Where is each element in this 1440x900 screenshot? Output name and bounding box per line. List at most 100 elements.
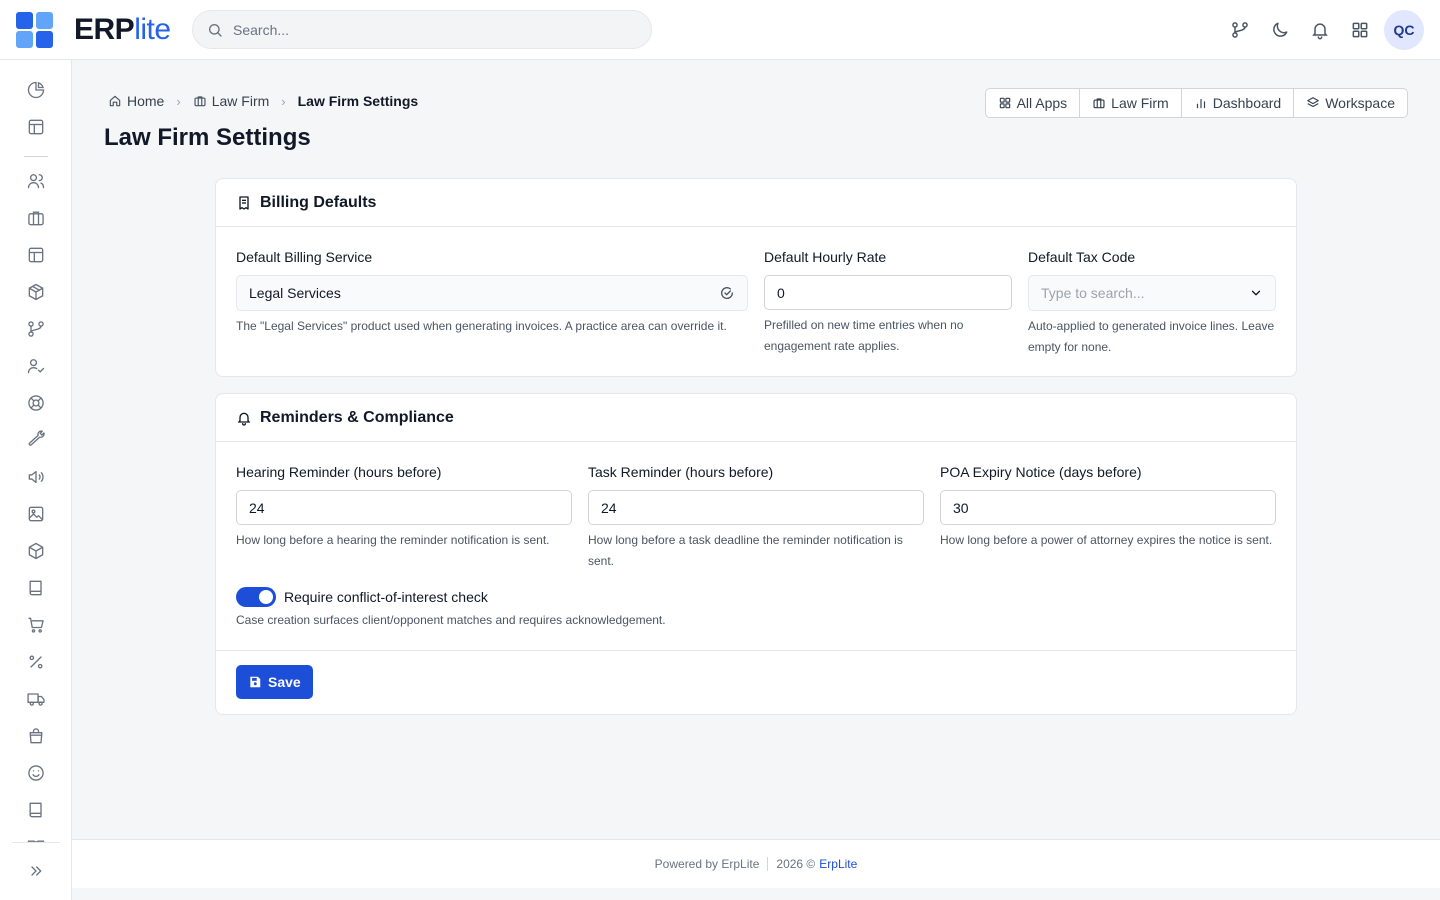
breadcrumb-home[interactable]: Home (108, 93, 164, 109)
default-hourly-rate-input[interactable]: 0 (764, 275, 1012, 310)
smile-icon[interactable] (24, 761, 48, 785)
reminders-compliance-card: Reminders & Compliance Hearing Reminder … (215, 393, 1297, 715)
conflict-check-label: Require conflict-of-interest check (284, 589, 488, 605)
reminders-compliance-title: Reminders & Compliance (260, 408, 454, 426)
default-tax-code-select[interactable]: Type to search... (1028, 275, 1276, 311)
book-icon[interactable] (24, 576, 48, 600)
poa-expiry-hint: How long before a power of attorney expi… (940, 533, 1273, 547)
hearing-reminder-label: Hearing Reminder (hours before) (236, 464, 442, 480)
law-firm-label: Law Firm (1111, 95, 1169, 111)
git-branch-icon[interactable] (24, 317, 48, 341)
default-hourly-rate-label: Default Hourly Rate (764, 249, 887, 265)
sidebar-footer (0, 842, 71, 900)
shopping-bag-icon[interactable] (24, 724, 48, 748)
bell-icon[interactable] (1300, 10, 1340, 50)
layout-icon[interactable] (24, 243, 48, 267)
search-input[interactable] (233, 21, 613, 38)
save-button[interactable]: Save (236, 665, 313, 699)
billing-defaults-header: Billing Defaults (216, 179, 1296, 227)
all-apps-link[interactable]: All Apps (986, 89, 1081, 117)
bell-icon (236, 410, 252, 426)
breadcrumb-law-firm[interactable]: Law Firm (193, 93, 270, 109)
apps-grid-icon[interactable] (1340, 10, 1380, 50)
hearing-reminder-hint: How long before a hearing the reminder n… (236, 533, 550, 547)
task-reminder-field: Task Reminder (hours before) 24 How long… (588, 464, 924, 572)
toggle-knob (259, 590, 273, 604)
search-icon (207, 22, 223, 38)
sidebar (0, 60, 72, 900)
default-hourly-rate-value: 0 (777, 284, 785, 301)
default-billing-service-value: Legal Services (249, 285, 341, 301)
logo-text: ERPlite (74, 13, 171, 47)
card-footer: Save (216, 650, 1296, 714)
all-apps-label: All Apps (1016, 95, 1068, 111)
top-bar: ERPlite QC (0, 0, 1440, 60)
cart-icon[interactable] (24, 613, 48, 637)
task-reminder-value: 24 (601, 499, 617, 516)
logo-text-main: ERP (74, 13, 135, 46)
default-tax-code-label: Default Tax Code (1028, 249, 1136, 265)
sidebar-divider (24, 156, 48, 157)
default-billing-service-hint: The "Legal Services" product used when g… (236, 319, 727, 333)
logo-text-accent: lite (134, 13, 171, 46)
briefcase-icon (193, 94, 207, 108)
moon-icon[interactable] (1260, 10, 1300, 50)
save-icon (248, 675, 262, 689)
layout-icon[interactable] (24, 115, 48, 139)
book-icon[interactable] (24, 798, 48, 822)
breadcrumb-separator: › (176, 93, 181, 109)
truck-icon[interactable] (24, 687, 48, 711)
wrench-icon[interactable] (24, 428, 48, 452)
bar-chart-icon (1194, 96, 1208, 110)
workspace-label: Workspace (1325, 95, 1395, 111)
megaphone-icon[interactable] (24, 465, 48, 489)
default-billing-service-input[interactable]: Legal Services (236, 275, 748, 311)
breadcrumb-current: Law Firm Settings (297, 93, 419, 109)
package-icon[interactable] (24, 280, 48, 304)
conflict-check-row: Require conflict-of-interest check (236, 587, 488, 607)
workspace-link[interactable]: Workspace (1294, 89, 1407, 117)
dashboard-link[interactable]: Dashboard (1182, 89, 1295, 117)
grid-icon (998, 96, 1012, 110)
default-tax-code-placeholder: Type to search... (1041, 285, 1145, 301)
box-icon[interactable] (24, 539, 48, 563)
conflict-check-hint: Case creation surfaces client/opponent m… (236, 613, 666, 627)
hearing-reminder-input[interactable]: 24 (236, 490, 572, 525)
breadcrumb-law-firm-label: Law Firm (211, 93, 270, 109)
billing-defaults-title: Billing Defaults (260, 193, 377, 211)
receipt-icon (236, 195, 252, 211)
task-reminder-input[interactable]: 24 (588, 490, 924, 525)
expand-sidebar-icon[interactable] (24, 859, 48, 883)
law-firm-link[interactable]: Law Firm (1080, 89, 1182, 117)
default-hourly-rate-field: Default Hourly Rate 0 Prefilled on new t… (764, 249, 1012, 357)
dashboard-label: Dashboard (1212, 95, 1282, 111)
hearing-reminder-field: Hearing Reminder (hours before) 24 How l… (236, 464, 572, 551)
conflict-check-toggle[interactable] (236, 587, 276, 607)
life-buoy-icon[interactable] (24, 391, 48, 415)
user-check-icon[interactable] (24, 354, 48, 378)
save-button-label: Save (268, 674, 301, 690)
users-icon[interactable] (24, 169, 48, 193)
percent-icon[interactable] (24, 650, 48, 674)
default-tax-code-hint: Auto-applied to generated invoice lines.… (1028, 319, 1275, 354)
poa-expiry-input[interactable]: 30 (940, 490, 1276, 525)
page-title: Law Firm Settings (104, 124, 311, 151)
git-branch-icon[interactable] (1220, 10, 1260, 50)
main-content: Home › Law Firm › Law Firm Settings All … (72, 60, 1440, 840)
search-bar[interactable] (192, 10, 652, 49)
breadcrumb-home-label: Home (127, 93, 165, 109)
footer-powered-by: Powered by ErpLite (654, 857, 760, 871)
app-links: All Apps Law Firm Dashboard Workspace (984, 88, 1408, 118)
briefcase-icon[interactable] (24, 206, 48, 230)
footer-copyright: 2026 © (776, 857, 816, 871)
image-icon[interactable] (24, 502, 48, 526)
user-avatar[interactable]: QC (1384, 10, 1424, 50)
footer-divider (767, 857, 769, 871)
app-logo[interactable]: ERPlite (16, 12, 171, 48)
poa-expiry-field: POA Expiry Notice (days before) 30 How l… (940, 464, 1276, 551)
reminders-compliance-header: Reminders & Compliance (216, 394, 1296, 442)
footer-brand-link[interactable]: ErpLite (819, 857, 857, 871)
pie-chart-icon[interactable] (24, 78, 48, 102)
billing-defaults-card: Billing Defaults Default Billing Service… (215, 178, 1297, 377)
page-footer: Powered by ErpLite 2026 © ErpLite (72, 839, 1440, 888)
